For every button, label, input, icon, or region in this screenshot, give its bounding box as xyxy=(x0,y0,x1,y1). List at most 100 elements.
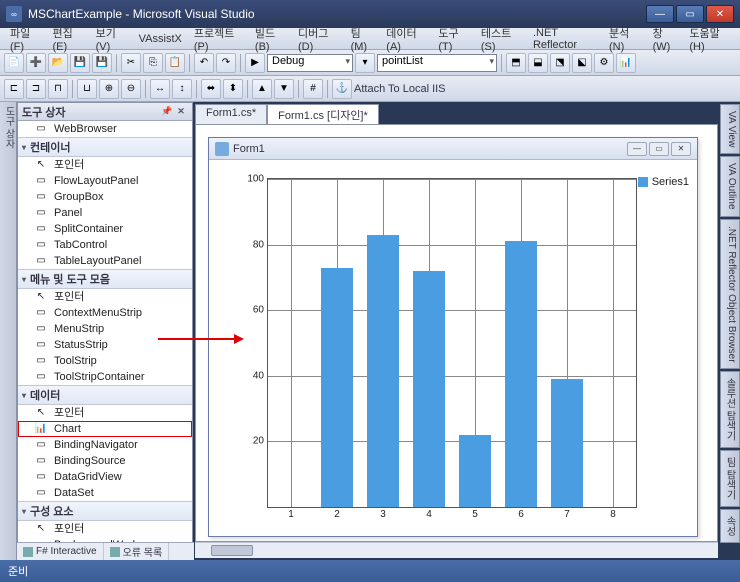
form-window[interactable]: Form1 — ▭ ✕ Series1 2040608010012345678 xyxy=(208,137,698,537)
minimize-button[interactable]: — xyxy=(646,5,674,23)
menu-item[interactable]: 보기(V) xyxy=(90,23,133,55)
size-height-button[interactable]: ⬍ xyxy=(223,79,243,99)
save-button[interactable]: 💾 xyxy=(70,53,90,73)
toolbox-item[interactable]: ▭MenuStrip xyxy=(18,321,192,337)
menu-item[interactable]: VAssistX xyxy=(133,31,188,47)
open-button[interactable]: 📂 xyxy=(48,53,68,73)
close-icon[interactable]: ✕ xyxy=(174,105,188,119)
size-width-button[interactable]: ⬌ xyxy=(201,79,221,99)
bottom-tab[interactable]: 오류 목록 xyxy=(104,543,170,560)
misc-button-2[interactable]: ⬓ xyxy=(528,53,548,73)
start-button[interactable]: ▶ xyxy=(245,53,265,73)
toolbox-group[interactable]: 데이터 xyxy=(18,385,192,405)
toolbox-item[interactable]: ▭ToolStripContainer xyxy=(18,369,192,385)
send-back-button[interactable]: ▼ xyxy=(274,79,294,99)
menu-item[interactable]: 팀(M) xyxy=(345,23,381,55)
toolbox-item[interactable]: ▭BindingNavigator xyxy=(18,437,192,453)
toolbox-group[interactable]: 메뉴 및 도구 모음 xyxy=(18,269,192,289)
toolbox-item[interactable]: ▭DataSet xyxy=(18,485,192,501)
copy-button[interactable]: ⎘ xyxy=(143,53,163,73)
menu-item[interactable]: 도움말(H) xyxy=(683,23,736,55)
redo-button[interactable]: ↷ xyxy=(216,53,236,73)
right-tab[interactable]: 속성 xyxy=(720,509,740,543)
menu-item[interactable]: 데이터(A) xyxy=(380,23,432,55)
toolbox-item[interactable]: ▭ToolStrip xyxy=(18,353,192,369)
menu-item[interactable]: 디버그(D) xyxy=(292,23,345,55)
tab-form1-design[interactable]: Form1.cs [디자인]* xyxy=(267,104,379,124)
undo-button[interactable]: ↶ xyxy=(194,53,214,73)
menu-item[interactable]: .NET Reflector xyxy=(527,25,603,53)
menu-item[interactable]: 빌드(B) xyxy=(249,23,292,55)
tab-order-button[interactable]: # xyxy=(303,79,323,99)
left-collapsed-tabs[interactable]: 도구 상자 xyxy=(0,102,17,560)
right-tab[interactable]: .NET Reflector Object Browser xyxy=(720,219,740,370)
toolbox-item[interactable]: ▭GroupBox xyxy=(18,189,192,205)
toolbox-item[interactable]: ▭Panel xyxy=(18,205,192,221)
toolbox-item[interactable]: ↖포인터 xyxy=(18,405,192,421)
align-middle-button[interactable]: ⊕ xyxy=(99,79,119,99)
bottom-tool-tabs: F# Interactive오류 목록 xyxy=(17,542,194,560)
align-left-button[interactable]: ⊏ xyxy=(4,79,24,99)
right-tab[interactable]: 팀 탐색기 xyxy=(720,450,740,507)
horizontal-scrollbar[interactable] xyxy=(195,542,718,558)
misc-button-5[interactable]: ⚙ xyxy=(594,53,614,73)
hspace-button[interactable]: ↔ xyxy=(150,79,170,99)
misc-button-3[interactable]: ⬔ xyxy=(550,53,570,73)
close-button[interactable]: ✕ xyxy=(706,5,734,23)
cut-button[interactable]: ✂ xyxy=(121,53,141,73)
right-tab[interactable]: VA View xyxy=(720,104,740,154)
menu-item[interactable]: 분석(N) xyxy=(603,23,647,55)
toolbox-item[interactable]: ▭StatusStrip xyxy=(18,337,192,353)
pin-icon[interactable]: 📌 xyxy=(160,105,174,119)
right-tab[interactable]: 솔루션 탐색기 xyxy=(720,371,740,448)
vspace-button[interactable]: ↕ xyxy=(172,79,192,99)
new-project-button[interactable]: 📄 xyxy=(4,53,24,73)
find-combo[interactable]: pointList xyxy=(377,54,497,72)
menu-item[interactable]: 편집(E) xyxy=(47,23,90,55)
toolbox-item[interactable]: ▭BindingSource xyxy=(18,453,192,469)
toolbox-item[interactable]: ▭WebBrowser xyxy=(18,121,192,137)
bring-front-button[interactable]: ▲ xyxy=(252,79,272,99)
tab-form1-cs[interactable]: Form1.cs* xyxy=(195,104,267,124)
align-right-button[interactable]: ⊓ xyxy=(48,79,68,99)
maximize-button[interactable]: ▭ xyxy=(676,5,704,23)
toolbox-item[interactable]: 📊Chart xyxy=(18,421,192,437)
menu-item[interactable]: 도구(T) xyxy=(432,23,475,55)
config-combo[interactable]: Debug xyxy=(267,54,353,72)
stop-button[interactable]: ▾ xyxy=(355,53,375,73)
y-tick-label: 100 xyxy=(247,174,264,185)
menu-item[interactable]: 프로젝트(P) xyxy=(188,23,249,55)
align-bottom-button[interactable]: ⊖ xyxy=(121,79,141,99)
save-all-button[interactable]: 💾 xyxy=(92,53,112,73)
add-item-button[interactable]: ➕ xyxy=(26,53,46,73)
attach-icon[interactable]: ⚓ xyxy=(332,79,352,99)
toolbox-title: 도구 상자 xyxy=(22,104,66,120)
toolbox-item[interactable]: ↖포인터 xyxy=(18,521,192,537)
menu-item[interactable]: 테스트(S) xyxy=(475,23,527,55)
toolbox-item[interactable]: ▭TabControl xyxy=(18,237,192,253)
misc-button-1[interactable]: ⬒ xyxy=(506,53,526,73)
right-tab[interactable]: VA Outline xyxy=(720,156,740,217)
toolbox-group[interactable]: 구성 요소 xyxy=(18,501,192,521)
chart-control[interactable]: Series1 2040608010012345678 xyxy=(227,168,689,518)
form-icon xyxy=(215,142,229,156)
menu-item[interactable]: 창(W) xyxy=(647,23,684,55)
toolbox-item[interactable]: ▭SplitContainer xyxy=(18,221,192,237)
misc-button-6[interactable]: 📊 xyxy=(616,53,636,73)
toolbox-item[interactable]: ▭DataGridView xyxy=(18,469,192,485)
toolbox-item[interactable]: ▭FlowLayoutPanel xyxy=(18,173,192,189)
toolbox-tree[interactable]: ▭WebBrowser컨테이너↖포인터▭FlowLayoutPanel▭Grou… xyxy=(18,121,192,559)
toolbox-item[interactable]: ↖포인터 xyxy=(18,157,192,173)
misc-button-4[interactable]: ⬕ xyxy=(572,53,592,73)
toolbox-item[interactable]: ▭TableLayoutPanel xyxy=(18,253,192,269)
align-center-button[interactable]: ⊐ xyxy=(26,79,46,99)
toolbox-item[interactable]: ▭ContextMenuStrip xyxy=(18,305,192,321)
toolbox-group[interactable]: 컨테이너 xyxy=(18,137,192,157)
paste-button[interactable]: 📋 xyxy=(165,53,185,73)
toolbox-item[interactable]: ↖포인터 xyxy=(18,289,192,305)
bottom-tab[interactable]: F# Interactive xyxy=(17,543,104,560)
menu-item[interactable]: 파일(F) xyxy=(4,23,47,55)
align-top-button[interactable]: ⊔ xyxy=(77,79,97,99)
designer-surface[interactable]: Form1 — ▭ ✕ Series1 2040608010012345678 xyxy=(195,124,718,542)
attach-label[interactable]: Attach To Local IIS xyxy=(354,83,446,95)
